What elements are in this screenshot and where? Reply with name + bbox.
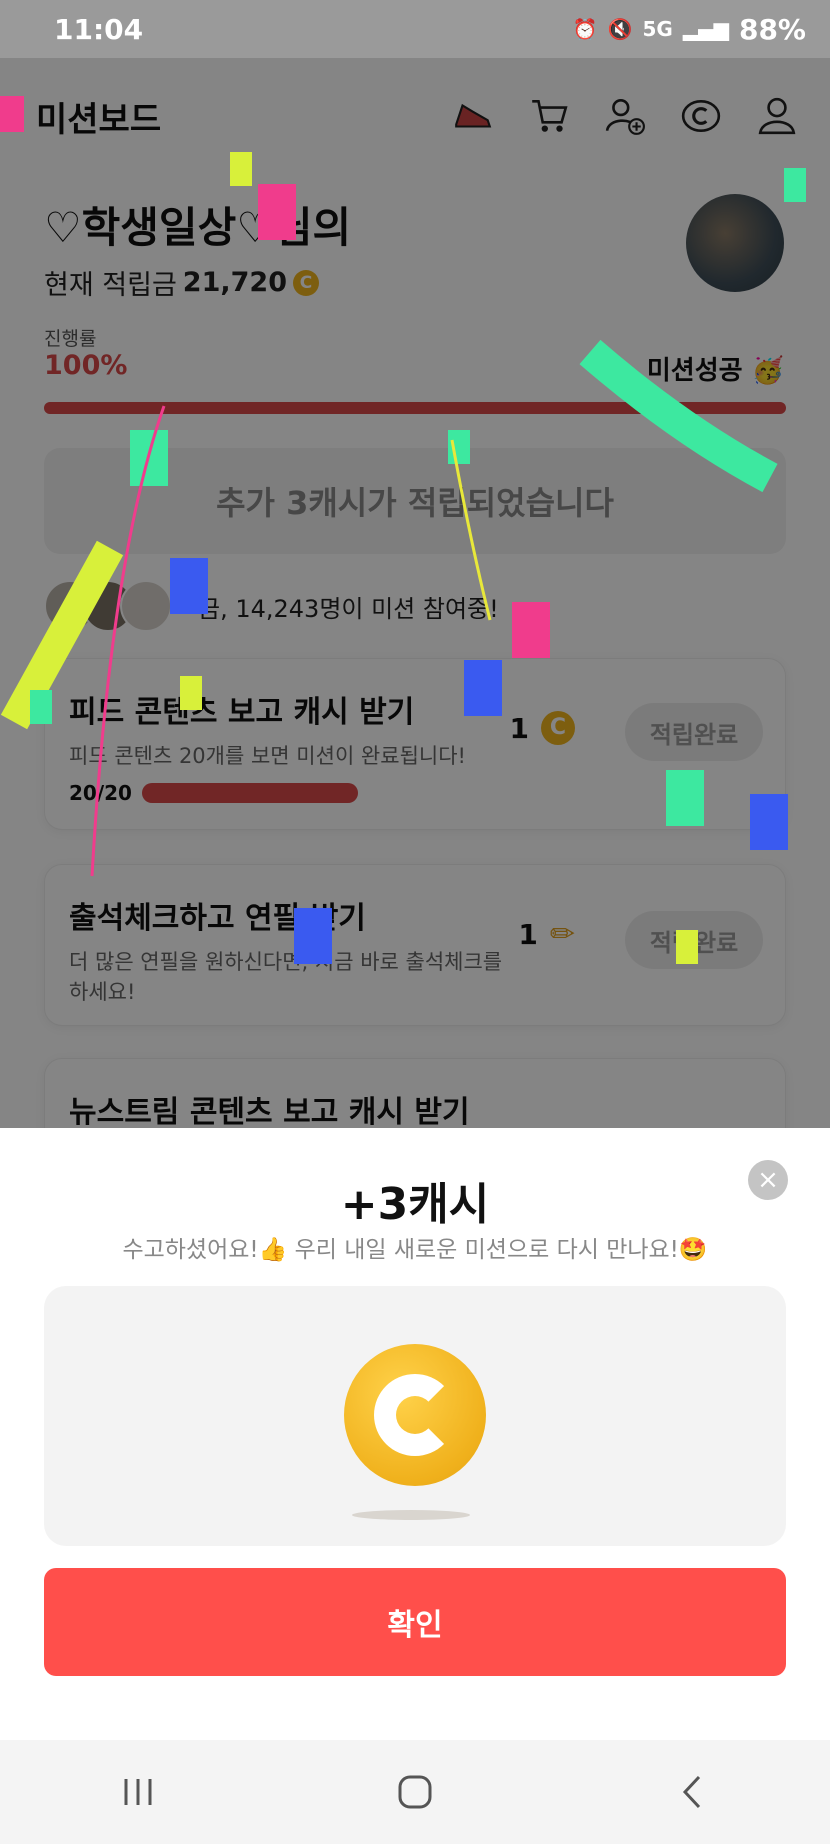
system-nav-bar bbox=[0, 1740, 830, 1844]
reward-sheet: × +3캐시 수고하셨어요!👍 우리 내일 새로운 미션으로 다시 만나요!🤩 … bbox=[0, 1128, 830, 1740]
reward-illustration bbox=[44, 1286, 786, 1546]
coin-shadow bbox=[352, 1510, 470, 1520]
alarm-icon: ⏰ bbox=[572, 17, 598, 41]
network-label: 5G bbox=[642, 17, 673, 41]
back-icon[interactable] bbox=[662, 1762, 722, 1822]
reward-subtitle: 수고하셨어요!👍 우리 내일 새로운 미션으로 다시 만나요!🤩 bbox=[122, 1237, 708, 1263]
status-bar: 11:04 ⏰ 🔇 5G ▂▄▆ 88% bbox=[0, 0, 830, 58]
modal-backdrop[interactable] bbox=[0, 58, 830, 1128]
confirm-button[interactable]: 확인 bbox=[44, 1568, 786, 1676]
home-icon[interactable] bbox=[385, 1762, 445, 1822]
battery-level: 88% bbox=[738, 12, 806, 46]
coin-icon bbox=[344, 1344, 486, 1486]
status-time: 11:04 bbox=[54, 12, 144, 46]
status-icons: ⏰ 🔇 5G ▂▄▆ 88% bbox=[573, 13, 806, 46]
recent-apps-icon[interactable] bbox=[108, 1762, 168, 1822]
mute-icon: 🔇 bbox=[607, 17, 633, 41]
reward-title: +3캐시 bbox=[340, 1179, 490, 1230]
signal-icon: ▂▄▆ bbox=[682, 17, 729, 41]
